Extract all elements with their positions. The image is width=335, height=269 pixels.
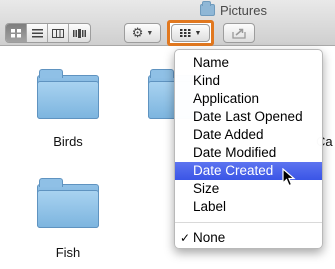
list-view-button[interactable] [27, 24, 48, 42]
menu-item-label[interactable]: Label [175, 198, 322, 216]
column-view-icon [52, 28, 64, 38]
menu-item-application[interactable]: Application [175, 90, 322, 108]
folder-label: Fish [55, 245, 81, 260]
window-toolbar: Pictures ⚙ ▼ ▼ [0, 0, 335, 46]
list-view-icon [31, 28, 43, 37]
folder-birds[interactable] [37, 69, 99, 119]
share-icon [231, 28, 246, 39]
icon-view-icon [10, 28, 21, 37]
cover-flow-icon [73, 28, 86, 38]
menu-item-none-label: None [193, 230, 226, 245]
arrange-by-menu: Name Kind Application Date Last Opened D… [174, 49, 323, 249]
folder-label: Birds [53, 134, 83, 149]
menu-item-date-created[interactable]: Date Created [175, 162, 322, 180]
arrange-button-highlight: ▼ [167, 20, 214, 46]
menu-item-kind[interactable]: Kind [175, 72, 322, 90]
icon-view-button[interactable] [6, 24, 27, 42]
menu-item-date-modified[interactable]: Date Modified [175, 144, 322, 162]
share-button[interactable] [223, 23, 255, 43]
menu-item-date-added[interactable]: Date Added [175, 126, 322, 144]
action-button[interactable]: ⚙ ▼ [124, 23, 161, 43]
arrange-grid-icon [179, 29, 191, 37]
column-view-button[interactable] [48, 24, 69, 42]
menu-item-name[interactable]: Name [175, 54, 322, 72]
mouse-pointer-icon [282, 168, 296, 187]
menu-item-size[interactable]: Size [175, 180, 322, 198]
cover-flow-view-button[interactable] [69, 24, 90, 42]
folder-icon [200, 1, 215, 16]
folder-fish[interactable] [37, 178, 99, 228]
chevron-down-icon: ▼ [146, 29, 154, 37]
menu-item-date-last-opened[interactable]: Date Last Opened [175, 108, 322, 126]
checkmark-icon: ✓ [180, 231, 191, 245]
menu-separator [175, 222, 322, 223]
menu-item-none[interactable]: ✓ None [175, 229, 322, 247]
gear-icon: ⚙ [131, 25, 144, 40]
chevron-down-icon: ▼ [194, 29, 202, 37]
view-mode-selector[interactable] [5, 23, 91, 43]
window-title-text: Pictures [220, 2, 267, 18]
window-title: Pictures [200, 1, 267, 18]
arrange-button[interactable]: ▼ [171, 24, 210, 42]
